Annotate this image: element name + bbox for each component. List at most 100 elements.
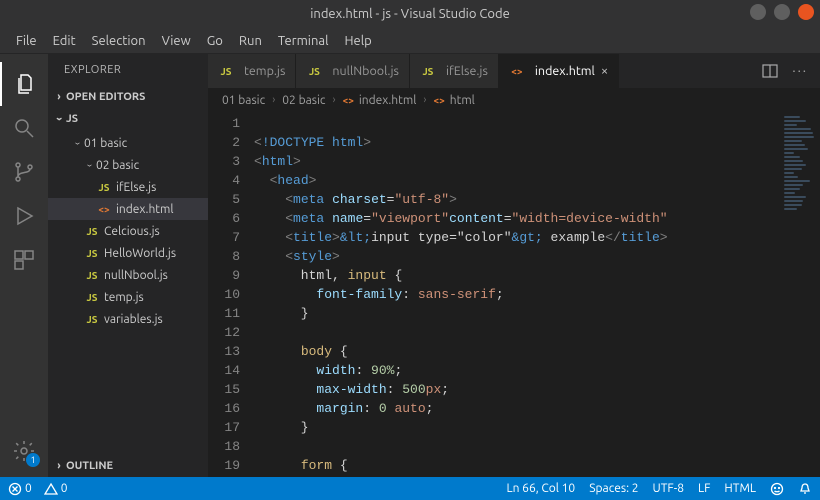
js-file-icon: JS [84, 226, 100, 237]
files-icon [13, 72, 37, 96]
editor-area: JS temp.js JS nullNbool.js JS ifElse.js … [208, 54, 820, 477]
search-icon [12, 116, 36, 140]
tab-temp[interactable]: JS temp.js [208, 54, 296, 88]
status-spaces[interactable]: Spaces: 2 [589, 482, 638, 495]
code-content[interactable]: <!DOCTYPE html> <html> <head> <meta char… [254, 112, 820, 477]
status-warnings[interactable]: 0 [44, 482, 68, 496]
file-tree: › 01 basic › 02 basic JS ifElse.js <> in… [48, 130, 208, 332]
status-cursor[interactable]: Ln 66, Col 10 [506, 482, 575, 495]
maximize-button[interactable] [774, 4, 790, 20]
minimap[interactable] [780, 112, 820, 477]
tree-file[interactable]: JS nullNbool.js [48, 264, 208, 286]
activity-bar: 1 [0, 54, 48, 477]
js-file-icon: JS [84, 248, 100, 259]
html-file-icon: <> [96, 204, 112, 215]
menu-selection[interactable]: Selection [84, 31, 154, 51]
more-icon[interactable]: ··· [792, 64, 808, 78]
split-editor-icon[interactable] [762, 63, 778, 79]
chevron-right-icon: › [332, 94, 335, 106]
status-eol[interactable]: LF [698, 482, 710, 495]
status-encoding[interactable]: UTF-8 [653, 482, 684, 495]
js-file-icon: JS [84, 314, 100, 325]
tree-file[interactable]: <> index.html [48, 198, 208, 220]
js-file-icon: JS [96, 182, 112, 193]
tree-file[interactable]: JS HelloWorld.js [48, 242, 208, 264]
tab-label: nullNbool.js [332, 64, 399, 78]
file-label: ifElse.js [116, 181, 156, 194]
file-label: variables.js [104, 313, 163, 326]
tab-label: index.html [535, 64, 595, 78]
settings-badge: 1 [26, 453, 40, 467]
menu-view[interactable]: View [154, 31, 199, 51]
js-file-icon: JS [84, 270, 100, 281]
tab-index-html[interactable]: <> index.html × [499, 54, 619, 88]
menu-file[interactable]: File [8, 31, 45, 51]
activity-debug[interactable] [0, 194, 48, 238]
tree-folder[interactable]: › 01 basic [48, 132, 208, 154]
extensions-icon [12, 248, 36, 272]
minimize-button[interactable] [750, 4, 766, 20]
activity-search[interactable] [0, 106, 48, 150]
status-feedback[interactable] [770, 482, 784, 496]
sidebar-title: EXPLORER [48, 54, 208, 86]
tab-nullnbool[interactable]: JS nullNbool.js [296, 54, 410, 88]
tab-ifelse[interactable]: JS ifElse.js [410, 54, 499, 88]
tree-file[interactable]: JS Celcious.js [48, 220, 208, 242]
close-button[interactable] [798, 4, 814, 20]
crumb: <>index.html [343, 94, 417, 107]
html-file-icon: <> [343, 95, 354, 106]
section-outline[interactable]: › OUTLINE [48, 455, 208, 477]
chevron-down-icon: › [53, 112, 65, 126]
activity-extensions[interactable] [0, 238, 48, 282]
file-label: HelloWorld.js [104, 247, 176, 260]
html-tag-icon: <> [433, 95, 444, 106]
section-label: OUTLINE [66, 460, 113, 472]
activity-scm[interactable] [0, 150, 48, 194]
menubar: File Edit Selection View Go Run Terminal… [0, 28, 820, 54]
tree-folder[interactable]: › 02 basic [48, 154, 208, 176]
menu-go[interactable]: Go [199, 31, 231, 51]
tab-bar: JS temp.js JS nullNbool.js JS ifElse.js … [208, 54, 820, 88]
crumb: 02 basic [282, 94, 325, 107]
file-label: Celcious.js [104, 225, 160, 238]
js-file-icon: JS [84, 292, 100, 303]
section-label: OPEN EDITORS [66, 91, 145, 103]
status-errors[interactable]: 0 [8, 482, 32, 496]
tabbar-actions: ··· [750, 54, 820, 88]
feedback-icon [770, 482, 784, 496]
status-language[interactable]: HTML [724, 482, 756, 495]
activity-settings[interactable]: 1 [0, 429, 48, 473]
menu-help[interactable]: Help [336, 31, 379, 51]
breadcrumb[interactable]: 01 basic › 02 basic › <>index.html › <>h… [208, 88, 820, 112]
menu-terminal[interactable]: Terminal [270, 31, 337, 51]
line-gutter: 12345678910111213141516171819 [208, 112, 254, 477]
tab-label: ifElse.js [446, 64, 488, 78]
menu-run[interactable]: Run [231, 31, 270, 51]
status-notifications[interactable] [798, 482, 812, 496]
play-bug-icon [12, 204, 36, 228]
menu-edit[interactable]: Edit [45, 31, 84, 51]
editor[interactable]: 12345678910111213141516171819 <!DOCTYPE … [208, 112, 820, 477]
error-icon [8, 482, 22, 496]
tree-file[interactable]: JS ifElse.js [48, 176, 208, 198]
html-file-icon: <> [509, 66, 525, 77]
crumb: 01 basic [222, 94, 265, 107]
file-label: nullNbool.js [104, 269, 168, 282]
file-label: index.html [116, 203, 174, 216]
status-bar: 0 0 Ln 66, Col 10 Spaces: 2 UTF-8 LF HTM… [0, 477, 820, 500]
tree-file[interactable]: JS temp.js [48, 286, 208, 308]
section-open-editors[interactable]: › OPEN EDITORS [48, 86, 208, 108]
section-workspace[interactable]: › JS [48, 108, 208, 130]
tab-label: temp.js [244, 64, 285, 78]
window-title: index.html - js - Visual Studio Code [310, 7, 510, 21]
window-controls [750, 4, 814, 20]
activity-explorer[interactable] [0, 62, 48, 106]
section-label: JS [66, 113, 78, 125]
titlebar: index.html - js - Visual Studio Code [0, 0, 820, 28]
tab-close-icon[interactable]: × [601, 64, 608, 78]
chevron-right-icon: › [423, 94, 426, 106]
bell-icon [798, 482, 812, 496]
chevron-right-icon: › [272, 94, 275, 106]
sidebar: EXPLORER › OPEN EDITORS › JS › 01 basic … [48, 54, 208, 477]
tree-file[interactable]: JS variables.js [48, 308, 208, 330]
